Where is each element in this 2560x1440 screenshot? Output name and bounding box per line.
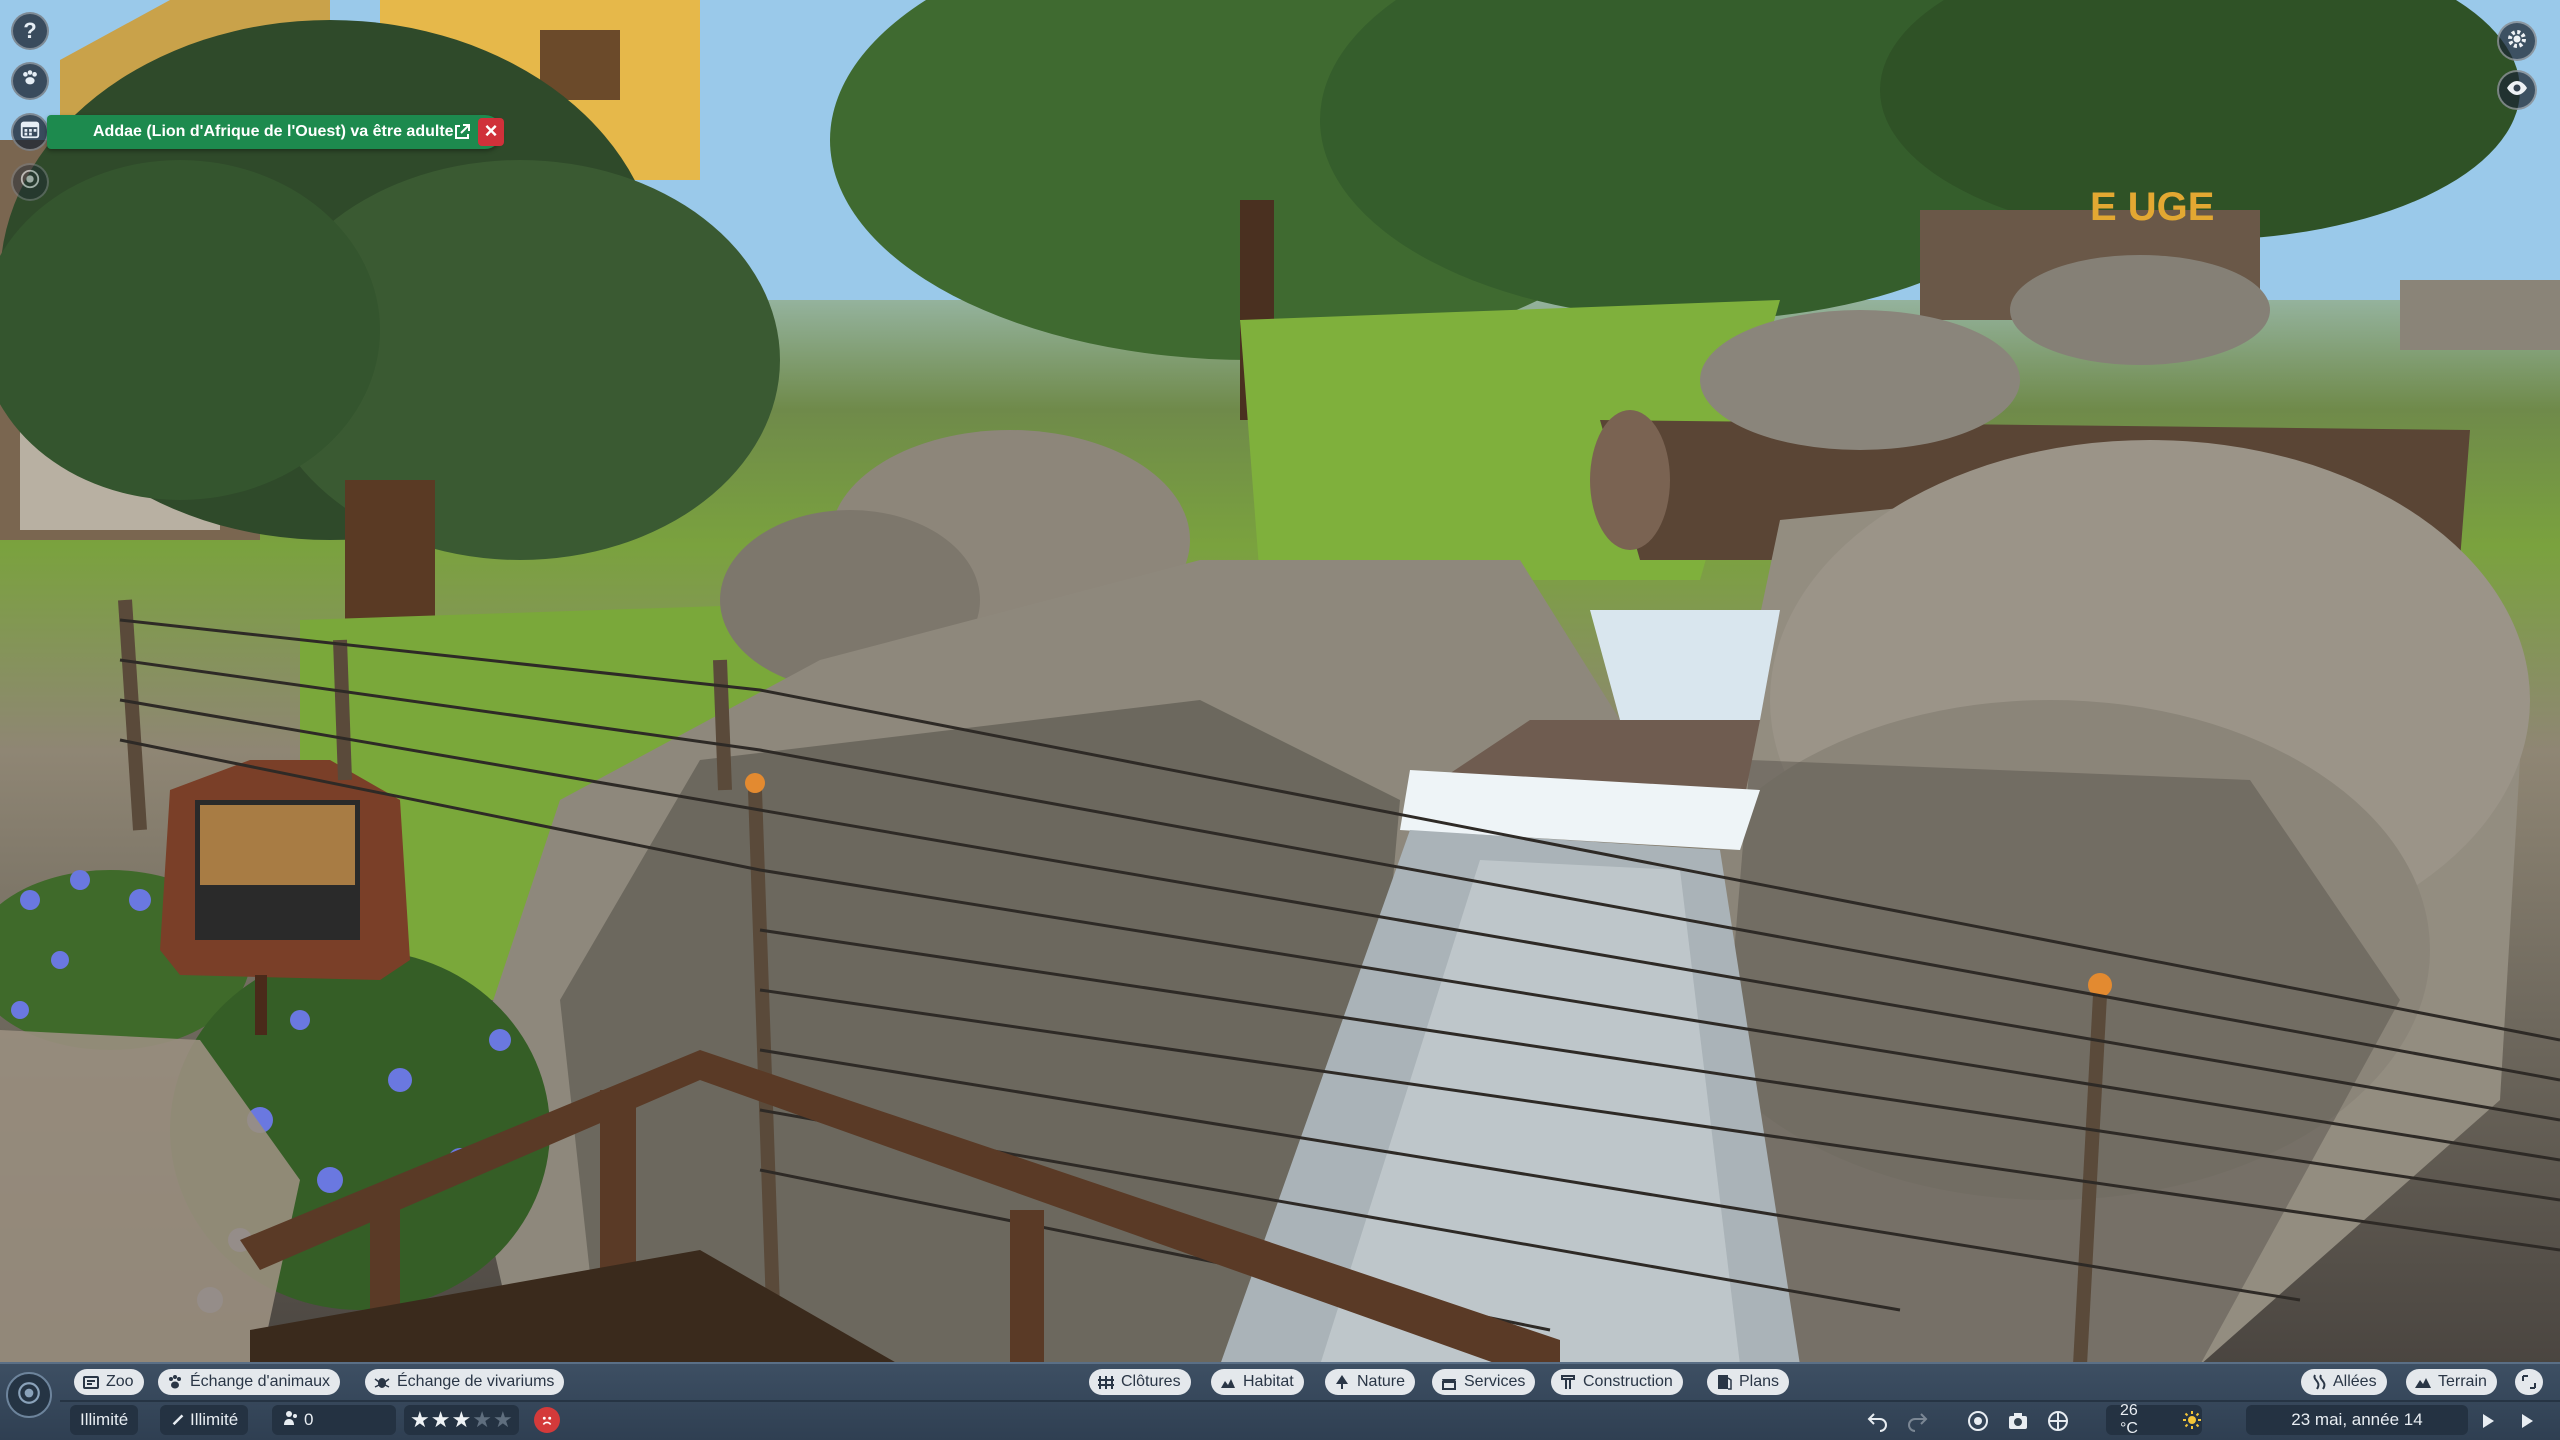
star-icon: ★ — [451, 1407, 472, 1432]
tab-label: Construction — [1583, 1373, 1673, 1390]
fence-icon — [1097, 1373, 1115, 1391]
overlays-icon[interactable] — [2046, 1409, 2070, 1433]
redo-icon[interactable] — [1905, 1409, 1929, 1433]
shop-icon — [1440, 1373, 1458, 1391]
research-display[interactable]: Illimité — [160, 1405, 249, 1435]
temperature-display[interactable]: 26 °C — [2106, 1402, 2202, 1437]
zoo-icon — [82, 1373, 100, 1391]
star-icon: ★ — [492, 1407, 513, 1432]
bottom-toolbar: Zoo Échange d'animaux Échange de vivariu… — [0, 1362, 2560, 1440]
tab-fences[interactable]: Clôtures — [1089, 1369, 1191, 1395]
target-icon — [19, 168, 41, 196]
build-icon — [1559, 1373, 1577, 1391]
tab-label: Allées — [2333, 1373, 2377, 1390]
date-value: 23 mai, année 14 — [2291, 1410, 2423, 1429]
tab-zoo[interactable]: Zoo — [74, 1369, 144, 1395]
tab-label: Nature — [1357, 1373, 1406, 1390]
sun-icon — [2182, 1410, 2202, 1430]
settings-button[interactable] — [2497, 21, 2537, 61]
close-notification-button[interactable]: × — [478, 118, 504, 146]
paw-icon — [19, 67, 41, 95]
tab-label: Terrain — [2438, 1373, 2487, 1390]
camera-icon — [16, 1380, 42, 1411]
camera-button[interactable] — [6, 1372, 52, 1418]
guests-value: 0 — [304, 1410, 314, 1429]
money-value: Illimité — [80, 1410, 129, 1429]
money-display[interactable]: Illimité — [70, 1405, 139, 1435]
sad-face-icon[interactable] — [534, 1407, 560, 1433]
help-icon: ? — [23, 18, 37, 43]
terrain-icon — [2414, 1373, 2432, 1391]
tab-label: Plans — [1739, 1373, 1780, 1390]
objectives-button[interactable] — [11, 163, 49, 201]
zoo-rating[interactable]: ★ ★ ★ ★ ★ — [404, 1405, 519, 1435]
photo-mode-icon[interactable] — [2006, 1409, 2030, 1433]
guests-icon — [282, 1409, 300, 1432]
toolbar-divider — [60, 1400, 2560, 1402]
calendar-button[interactable] — [11, 113, 49, 151]
research-icon — [170, 1410, 186, 1431]
paw-icon — [166, 1373, 184, 1391]
svg-text:E UGE: E UGE — [2090, 185, 2214, 229]
tab-label: Zoo — [106, 1373, 134, 1390]
tab-label: Services — [1464, 1373, 1526, 1390]
speed-normal-icon[interactable] — [2476, 1409, 2500, 1433]
undo-icon[interactable] — [1866, 1409, 1890, 1433]
expand-toolbar-button[interactable] — [2515, 1369, 2543, 1395]
habitat-icon — [1219, 1373, 1237, 1391]
tab-label: Échange de vivariums — [397, 1373, 555, 1390]
expand-icon — [2520, 1373, 2538, 1391]
tree-icon — [1333, 1373, 1351, 1391]
star-icon: ★ — [410, 1407, 430, 1432]
tab-terrain[interactable]: Terrain — [2406, 1369, 2497, 1395]
help-button[interactable]: ? — [11, 12, 49, 50]
tab-paths[interactable]: Allées — [2301, 1369, 2387, 1395]
notification-banner[interactable]: Addae (Lion d'Afrique de l'Ouest) va êtr… — [47, 115, 502, 149]
overlay-button[interactable] — [2497, 70, 2537, 110]
tab-vivarium-trading[interactable]: Échange de vivariums — [365, 1369, 565, 1395]
date-display[interactable]: 23 mai, année 14 — [2246, 1405, 2468, 1435]
star-icon: ★ — [472, 1407, 492, 1432]
game-viewport[interactable]: E UGE — [0, 0, 2560, 1365]
temperature-value: 26 °C — [2120, 1402, 2138, 1437]
path-icon — [2309, 1373, 2327, 1391]
external-link-icon[interactable] — [452, 122, 472, 142]
gear-icon — [2505, 27, 2529, 56]
star-icon: ★ — [430, 1407, 451, 1432]
bug-icon — [373, 1373, 391, 1391]
zoo-scene: E UGE — [0, 0, 2560, 1365]
tab-construction[interactable]: Construction — [1551, 1369, 1683, 1395]
eye-icon — [2505, 76, 2529, 105]
close-icon: × — [484, 118, 498, 143]
animal-button[interactable] — [11, 62, 49, 100]
tab-blueprints[interactable]: Plans — [1707, 1369, 1790, 1395]
tab-services[interactable]: Services — [1432, 1369, 1536, 1395]
tab-animal-trading[interactable]: Échange d'animaux — [158, 1369, 341, 1395]
blueprint-icon — [1715, 1373, 1733, 1391]
guest-count-display[interactable]: 0 — [272, 1405, 396, 1435]
calendar-icon — [19, 118, 41, 146]
research-value: Illimité — [190, 1410, 239, 1429]
tab-label: Habitat — [1243, 1373, 1294, 1390]
tab-habitat[interactable]: Habitat — [1211, 1369, 1304, 1395]
notification-text: Addae (Lion d'Afrique de l'Ouest) va êtr… — [93, 123, 454, 140]
management-icon[interactable] — [1966, 1409, 1990, 1433]
tab-label: Échange d'animaux — [190, 1373, 331, 1390]
tab-nature[interactable]: Nature — [1325, 1369, 1416, 1395]
speed-fast-icon[interactable] — [2516, 1409, 2540, 1433]
tab-label: Clôtures — [1121, 1373, 1181, 1390]
